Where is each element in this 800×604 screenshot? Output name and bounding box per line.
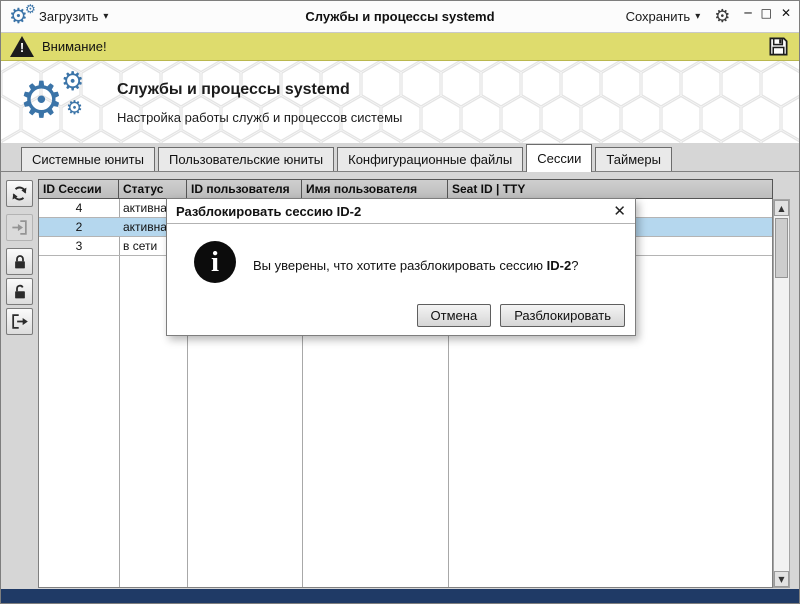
- tab-label: Системные юниты: [32, 152, 144, 167]
- cell-session-id: 3: [39, 237, 119, 255]
- window-controls: ─ □ ✕: [744, 7, 791, 19]
- dialog-message-suffix: ?: [571, 258, 578, 273]
- refresh-icon: [10, 184, 29, 203]
- refresh-button[interactable]: [6, 180, 33, 207]
- tab-label: Таймеры: [606, 152, 661, 167]
- maximize-button[interactable]: □: [761, 7, 772, 19]
- load-menu-label: Загрузить: [39, 9, 98, 24]
- page-header: ⚙ ⚙ ⚙ Службы и процессы systemd Настройк…: [1, 61, 799, 143]
- warning-bar: ! Внимание!: [1, 33, 799, 61]
- tab-label: Пользовательские юниты: [169, 152, 323, 167]
- session-toolbar: [1, 172, 38, 591]
- tab-bar: Системные юниты Пользовательские юниты К…: [1, 143, 799, 172]
- vertical-scrollbar[interactable]: ▲ ▼: [773, 199, 790, 588]
- tab-config-files[interactable]: Конфигурационные файлы: [337, 147, 523, 171]
- column-header-session-id[interactable]: ID Сессии: [39, 180, 119, 198]
- hexagon-pattern-decoration: [1, 61, 799, 143]
- column-header-user-name[interactable]: Имя пользователя: [302, 180, 448, 198]
- titlebar-right-group: Сохранить ▾ ⚙ ─ □ ✕: [626, 8, 791, 26]
- info-icon: i: [194, 241, 236, 283]
- exit-icon: [10, 312, 29, 331]
- cell-session-id: 2: [39, 218, 119, 236]
- titlebar: ⚙ ⚙ Загрузить ▾ Службы и процессы system…: [1, 1, 799, 33]
- dialog-message-session-id: ID-2: [547, 258, 572, 273]
- cancel-button[interactable]: Отмена: [417, 304, 492, 327]
- warning-label: Внимание!: [42, 39, 107, 54]
- close-button[interactable]: ✕: [781, 7, 791, 19]
- column-header-status[interactable]: Статус: [119, 180, 187, 198]
- unlock-session-dialog: Разблокировать сессию ID-2 ✕ i Вы уверен…: [166, 198, 636, 336]
- scroll-down-button[interactable]: ▼: [774, 571, 789, 587]
- lock-session-button[interactable]: [6, 248, 33, 275]
- dialog-buttons: Отмена Разблокировать: [417, 304, 625, 327]
- unlock-icon: [11, 283, 29, 301]
- dialog-title: Разблокировать сессию ID-2: [176, 204, 361, 219]
- app-logo-gears: ⚙ ⚙ ⚙: [19, 69, 109, 139]
- scroll-up-button[interactable]: ▲: [774, 200, 789, 216]
- gear-icon: ⚙: [61, 69, 84, 95]
- app-window: ⚙ ⚙ Загрузить ▾ Службы и процессы system…: [0, 0, 800, 604]
- unlock-session-button[interactable]: [6, 278, 33, 305]
- page-subtitle: Настройка работы служб и процессов систе…: [117, 110, 402, 125]
- minimize-button[interactable]: ─: [744, 7, 751, 19]
- terminate-session-button[interactable]: [6, 308, 33, 335]
- scrollbar-thumb[interactable]: [775, 218, 788, 278]
- dialog-message-prefix: Вы уверены, что хотите разблокировать се…: [253, 258, 547, 273]
- dialog-body: i Вы уверены, что хотите разблокировать …: [167, 224, 635, 336]
- activate-session-button: [6, 214, 33, 241]
- caret-down-icon: ▾: [695, 11, 700, 22]
- cell-session-id: 4: [39, 199, 119, 217]
- caret-down-icon: ▾: [103, 11, 108, 22]
- tab-user-units[interactable]: Пользовательские юниты: [158, 147, 334, 171]
- dialog-titlebar: Разблокировать сессию ID-2 ✕: [167, 199, 635, 224]
- dialog-close-button[interactable]: ✕: [613, 204, 626, 219]
- column-header-seat-tty[interactable]: Seat ID | TTY: [448, 180, 772, 198]
- app-icon: ⚙ ⚙: [9, 3, 39, 31]
- save-diskette-icon[interactable]: [767, 35, 790, 58]
- gear-icon: ⚙: [19, 75, 64, 125]
- gear-icon: ⚙: [25, 3, 36, 15]
- gear-icon: ⚙: [66, 99, 83, 118]
- bottom-status-bar: [1, 589, 799, 603]
- lock-icon: [11, 253, 29, 271]
- save-menu-button[interactable]: Сохранить ▾: [626, 9, 701, 24]
- column-divider: [119, 199, 120, 587]
- tab-label: Конфигурационные файлы: [348, 152, 512, 167]
- save-menu-label: Сохранить: [626, 9, 691, 24]
- page-title: Службы и процессы systemd: [117, 81, 350, 99]
- tab-sessions[interactable]: Сессии: [526, 144, 592, 172]
- tab-timers[interactable]: Таймеры: [595, 147, 672, 171]
- warning-icon: !: [10, 36, 34, 57]
- column-header-user-id[interactable]: ID пользователя: [187, 180, 302, 198]
- enter-session-icon: [10, 218, 29, 237]
- warning-exclamation: !: [10, 38, 34, 57]
- load-menu-button[interactable]: Загрузить ▾: [39, 9, 108, 24]
- settings-gear-icon[interactable]: ⚙: [714, 8, 730, 26]
- tab-label: Сессии: [537, 151, 581, 166]
- sessions-table-header: ID Сессии Статус ID пользователя Имя пол…: [38, 179, 773, 199]
- dialog-message: Вы уверены, что хотите разблокировать се…: [253, 258, 578, 273]
- tab-system-units[interactable]: Системные юниты: [21, 147, 155, 171]
- unlock-confirm-button[interactable]: Разблокировать: [500, 304, 625, 327]
